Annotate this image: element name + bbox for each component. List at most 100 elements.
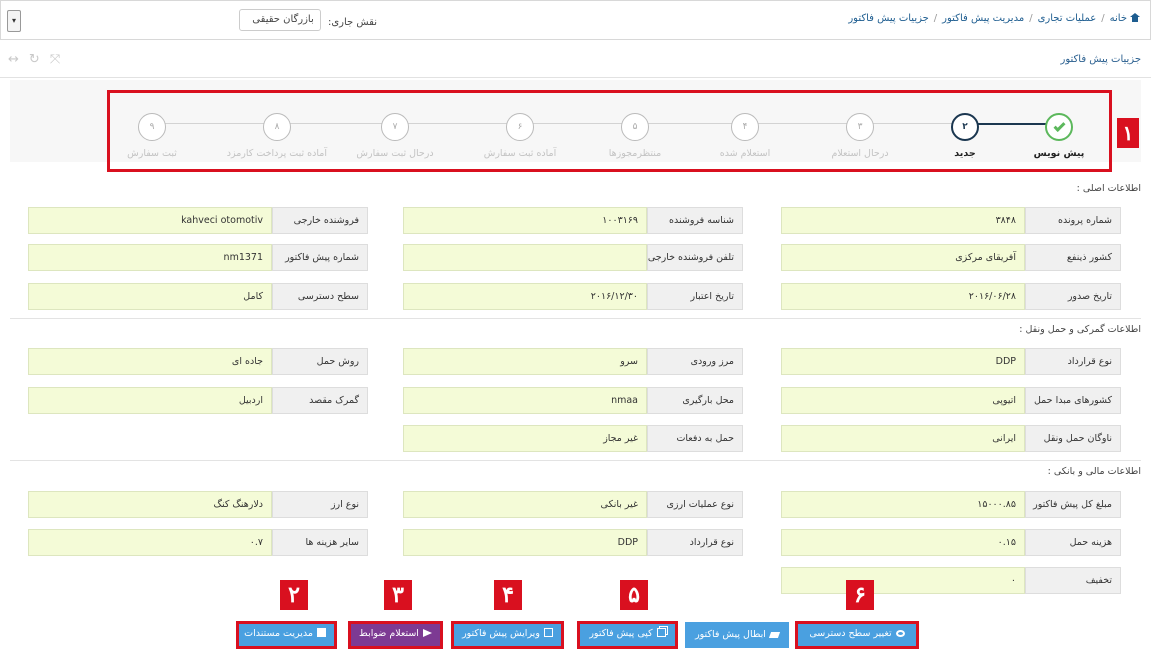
- field-seller-id: شناسه فروشنده ۱۰۰۳۱۶۹: [403, 207, 743, 234]
- annotation-marker-5: ۵: [620, 580, 648, 610]
- step-order-registered: ۹ ثبت سفارش: [102, 113, 202, 159]
- field-label: فروشنده خارجی: [272, 207, 368, 234]
- button-label: ویرایش پیش فاکتور: [462, 628, 540, 639]
- inquiry-rules-button[interactable]: استعلام ضوابط: [348, 621, 443, 649]
- field-expiry-date: تاریخ اعتبار ۲۰۱۶/۱۲/۳۰: [403, 283, 743, 310]
- breadcrumb-trade-ops[interactable]: عملیات تجاری: [1038, 13, 1097, 24]
- button-label: کپی پیش فاکتور: [589, 628, 653, 639]
- field-value: DDP: [403, 529, 647, 556]
- field-currency-type: نوع ارز دلارهنگ کنگ: [28, 491, 368, 518]
- section-divider: [10, 318, 1141, 319]
- field-currency-operation: نوع عملیات ارزی غیر بانکی: [403, 491, 743, 518]
- section-title-customs: اطلاعات گمرکی و حمل ونقل :: [1019, 324, 1141, 335]
- field-value: غیر بانکی: [403, 491, 647, 518]
- field-destination-customs: گمرک مقصد اردبیل: [28, 387, 368, 414]
- field-label: سطح دسترسی: [272, 283, 368, 310]
- field-label: روش حمل: [272, 348, 368, 375]
- collapse-icon[interactable]: ⤧: [50, 52, 60, 67]
- role-label: نقش جاری:: [327, 17, 377, 28]
- field-value: ایرانی: [781, 425, 1025, 452]
- breadcrumb-home[interactable]: خانه: [1110, 13, 1127, 24]
- step-circle: ۷: [381, 113, 409, 141]
- field-transport-fleet: ناوگان حمل ونقل ایرانی: [781, 425, 1121, 452]
- step-circle: ۶: [506, 113, 534, 141]
- breadcrumb-proforma-mgmt[interactable]: مدیریت پیش فاکتور: [942, 13, 1024, 24]
- home-icon[interactable]: [1130, 13, 1140, 22]
- button-label: مدیریت مستندات: [244, 628, 313, 639]
- field-label: مبلغ کل پیش فاکتور: [1025, 491, 1121, 518]
- annotation-marker-2: ۲: [280, 580, 308, 610]
- step-label: استعلام شده: [719, 148, 771, 159]
- field-value: کامل: [28, 283, 272, 310]
- annotation-marker-4: ۴: [494, 580, 522, 610]
- field-loading-place: محل بارگیری nmaa: [403, 387, 743, 414]
- step-label: آماده ثبت پرداخت کارمزد: [226, 148, 327, 159]
- field-label: هزینه حمل: [1025, 529, 1121, 556]
- change-access-level-button[interactable]: تغییر سطح دسترسی: [795, 621, 919, 649]
- field-label: نوع قرارداد: [647, 529, 743, 556]
- workflow-stepper: پیش نویس ۲ جدید ۳ درحال استعلام ۴ استعلا…: [107, 90, 1112, 172]
- step-circle: ۵: [621, 113, 649, 141]
- field-issue-date: تاریخ صدور ۲۰۱۶/۰۶/۲۸: [781, 283, 1121, 310]
- field-value: nm1371: [28, 244, 272, 271]
- field-label: تلفن فروشنده خارجی: [647, 244, 743, 271]
- field-foreign-seller: فروشنده خارجی kahveci otomotiv: [28, 207, 368, 234]
- step-awaiting-permits: ۵ منتظرمجوزها: [585, 113, 685, 159]
- expand-icon[interactable]: ↔: [8, 52, 19, 67]
- field-value: اردبیل: [28, 387, 272, 414]
- breadcrumb-current: جزییات پیش فاکتور: [848, 13, 929, 24]
- edit-invoice-button[interactable]: ویرایش پیش فاکتور: [451, 621, 564, 649]
- field-label: محل بارگیری: [647, 387, 743, 414]
- step-circle: ۴: [731, 113, 759, 141]
- field-label: مرز ورودی: [647, 348, 743, 375]
- role-select[interactable]: بازرگان حقیقی: [238, 9, 321, 31]
- section-title-finance: اطلاعات مالی و بانکی :: [1047, 466, 1141, 477]
- field-seller-phone: تلفن فروشنده خارجی: [403, 244, 743, 271]
- field-label: تاریخ صدور: [1025, 283, 1121, 310]
- step-circle: ۳: [846, 113, 874, 141]
- copy-invoice-button[interactable]: کپی پیش فاکتور: [577, 621, 678, 649]
- copy-icon: [656, 628, 666, 637]
- current-role: نقش جاری: بازرگان حقیقی: [231, 9, 377, 31]
- field-label: نوع ارز: [272, 491, 368, 518]
- annotation-marker-6: ۶: [846, 580, 874, 610]
- annotation-marker-1: ۱: [1117, 118, 1139, 148]
- field-label: ناوگان حمل ونقل: [1025, 425, 1121, 452]
- field-label: کشورهای مبدا حمل: [1025, 387, 1121, 414]
- field-value: ۰.۱۵: [781, 529, 1025, 556]
- annotation-marker-3: ۳: [384, 580, 412, 610]
- eye-icon: [895, 630, 905, 637]
- field-value: DDP: [781, 348, 1025, 375]
- menu-toggle-button[interactable]: ▾: [7, 10, 21, 32]
- field-partial-shipment: حمل به دفعات غیر مجاز: [403, 425, 743, 452]
- step-circle: ۲: [951, 113, 979, 141]
- page-title: جزییات پیش فاکتور: [1060, 54, 1141, 65]
- edit-icon: [543, 628, 553, 637]
- field-discount: تخفیف ۰: [781, 567, 1121, 594]
- step-circle: [1045, 113, 1073, 141]
- field-value: اتیوپی: [781, 387, 1025, 414]
- step-label: آماده ثبت سفارش: [483, 148, 557, 159]
- field-value: ۳۸۴۸: [781, 207, 1025, 234]
- manage-documents-button[interactable]: مدیریت مستندات: [236, 621, 337, 649]
- field-value: ۱۰۰۳۱۶۹: [403, 207, 647, 234]
- field-value: جاده ای: [28, 348, 272, 375]
- cancel-invoice-button[interactable]: ابطال پیش فاکتور: [685, 622, 789, 648]
- step-inquired: ۴ استعلام شده: [695, 113, 795, 159]
- field-label: نوع عملیات ارزی: [647, 491, 743, 518]
- document-icon: [317, 628, 326, 637]
- step-ready-order: ۶ آماده ثبت سفارش: [470, 113, 570, 159]
- field-entry-border: مرز ورودی سرو: [403, 348, 743, 375]
- step-label: جدید: [954, 148, 976, 159]
- field-other-costs: سایر هزینه ها ۰.۷: [28, 529, 368, 556]
- field-contract-type: نوع قرارداد DDP: [781, 348, 1121, 375]
- field-proforma-number: شماره پیش فاکتور nm1371: [28, 244, 368, 271]
- breadcrumb: خانه/عملیات تجاری/مدیریت پیش فاکتور/جزیی…: [848, 13, 1140, 24]
- panel-tools: ↔ ↻ ⤧: [8, 52, 60, 67]
- step-label: ثبت سفارش: [127, 148, 177, 159]
- refresh-icon[interactable]: ↻: [29, 52, 40, 67]
- field-label: حمل به دفعات: [647, 425, 743, 452]
- field-value: آفریقای مرکزی: [781, 244, 1025, 271]
- field-label: نوع قرارداد: [1025, 348, 1121, 375]
- field-access-level: سطح دسترسی کامل: [28, 283, 368, 310]
